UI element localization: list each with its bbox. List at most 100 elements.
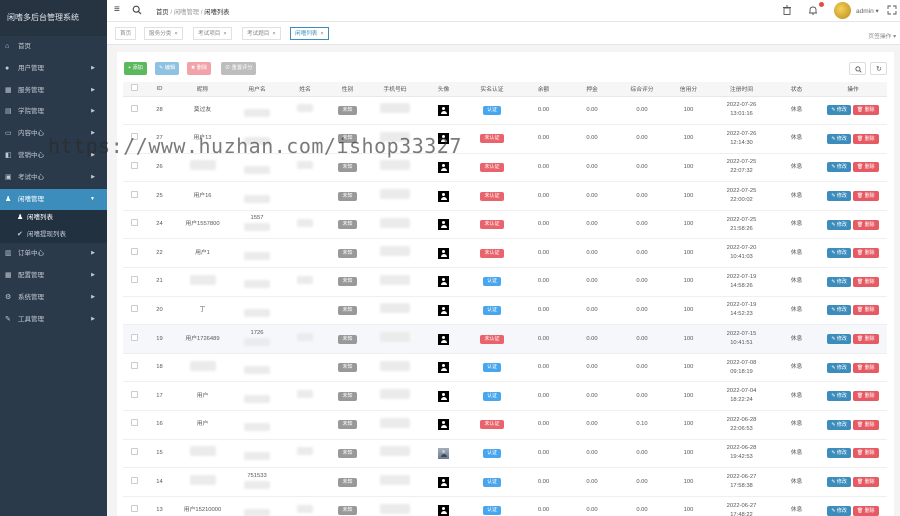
row-delete-button[interactable]: 🗑 删除 — [852, 276, 879, 287]
tab-actions[interactable]: 页签操作 ▾ — [868, 31, 896, 40]
edit-button[interactable]: ✎ 编辑 — [155, 62, 180, 75]
row-checkbox[interactable] — [130, 161, 138, 169]
row-delete-button[interactable]: 🗑 删除 — [852, 191, 879, 202]
row-edit-button[interactable]: ✎ 修改 — [827, 419, 851, 430]
table-row[interactable]: 22 用户1 未知 未认证 0.00 0.00 0.00 100 2022-07-20 10:41… — [123, 238, 887, 269]
refresh-button[interactable]: ↻ — [870, 62, 887, 75]
select-all-checkbox[interactable] — [130, 84, 138, 92]
row-edit-button[interactable]: ✎ 修改 — [827, 219, 851, 230]
row-delete-button[interactable]: 🗑 删除 — [852, 248, 879, 259]
sidebar-item-megaphone[interactable]: ◧ 营销中心 ▶ — [0, 145, 107, 167]
row-checkbox[interactable] — [130, 419, 138, 427]
search-toggle-button[interactable] — [849, 62, 866, 75]
row-checkbox[interactable] — [130, 276, 138, 284]
row-edit-button[interactable]: ✎ 修改 — [827, 391, 851, 402]
row-delete-button[interactable]: 🗑 删除 — [852, 448, 879, 459]
sidebar-item-user[interactable]: ● 用户管理 ▶ — [0, 58, 107, 80]
tab-4[interactable]: 闲嗜列表 × — [290, 27, 329, 40]
row-checkbox[interactable] — [130, 219, 138, 227]
close-icon[interactable]: × — [174, 31, 177, 37]
trash-icon[interactable] — [782, 5, 792, 15]
row-delete-button[interactable]: 🗑 删除 — [852, 477, 879, 488]
row-edit-button[interactable]: ✎ 修改 — [827, 248, 851, 259]
add-button[interactable]: + 添加 — [124, 62, 147, 75]
row-checkbox[interactable] — [130, 247, 138, 255]
sidebar-subitem-1[interactable]: ✔ 闲嗜提现列表 — [0, 226, 107, 244]
tab-0[interactable]: 首页 — [115, 27, 137, 40]
row-edit-button[interactable]: ✎ 修改 — [827, 362, 851, 373]
row-delete-button[interactable]: 🗑 删除 — [852, 305, 879, 316]
table-row[interactable]: 15 未知 认证 0.00 0.00 0.00 100 2022-06-28 19:42:53 休… — [123, 439, 887, 469]
table-row[interactable]: 13 用户15210000 未知 认证 0.00 0.00 0.00 100 2022-06-2… — [123, 496, 887, 516]
row-delete-button[interactable]: 🗑 删除 — [852, 133, 879, 144]
table-row[interactable]: 18 未知 认证 0.00 0.00 0.00 100 2022-07-08 09:18:19 休… — [123, 353, 887, 383]
breadcrumb-home[interactable]: 首页 — [156, 9, 169, 16]
table-row[interactable]: 25 用户16 未知 未认证 0.00 0.00 0.00 100 2022-07-25 22:0… — [123, 181, 887, 211]
row-delete-button[interactable]: 🗑 删除 — [852, 162, 879, 173]
row-edit-button[interactable]: ✎ 修改 — [827, 133, 851, 144]
row-checkbox[interactable] — [130, 476, 138, 484]
sidebar-item-home[interactable]: ⌂ 首页 — [0, 36, 107, 58]
row-checkbox[interactable] — [130, 505, 138, 513]
sidebar-item-person-group[interactable]: ♟ 闲嗜管理 ▼ — [0, 188, 107, 211]
breadcrumb-section[interactable]: 闲嗜管理 — [174, 9, 199, 16]
row-edit-button[interactable]: ✎ 修改 — [827, 448, 851, 459]
row-checkbox[interactable] — [130, 447, 138, 455]
table-row[interactable]: 26 未知 未认证 0.00 0.00 0.00 100 2022-07-25 22:07:32… — [123, 153, 887, 183]
row-delete-button[interactable]: 🗑 删除 — [852, 505, 879, 516]
row-delete-button[interactable]: 🗑 删除 — [852, 219, 879, 230]
row-delete-button[interactable]: 🗑 删除 — [852, 105, 879, 116]
close-icon[interactable]: × — [223, 31, 226, 37]
row-checkbox[interactable] — [130, 333, 138, 341]
sidebar-item-exam[interactable]: ▣ 考试中心 ▶ — [0, 167, 107, 189]
table-row[interactable]: 27 用户13 未知 未认证 0.00 0.00 0.00 100 2022-07-26 12:1… — [123, 124, 887, 154]
row-checkbox[interactable] — [130, 304, 138, 312]
row-checkbox[interactable] — [130, 390, 138, 398]
row-checkbox[interactable] — [130, 362, 138, 370]
sidebar-item-cart[interactable]: ▥ 订单中心 ▶ — [0, 243, 107, 265]
table-row[interactable]: 20 丁未知 认证 0.00 0.00 0.00 100 2022-07-19 14:52:23… — [123, 296, 887, 326]
sidebar-item-doc[interactable]: ▭ 内容中心 ▶ — [0, 123, 107, 145]
row-delete-button[interactable]: 🗑 删除 — [852, 419, 879, 430]
bell-icon[interactable] — [808, 5, 818, 15]
tab-3[interactable]: 考试题目 × — [242, 27, 281, 40]
user-avatar[interactable] — [834, 2, 851, 19]
sidebar-item-tools[interactable]: ✎ 工具管理 ▶ — [0, 309, 107, 331]
sidebar-subitem-0[interactable]: ♟ 闲嗜列表 — [0, 210, 107, 227]
row-checkbox[interactable] — [130, 133, 138, 141]
row-delete-button[interactable]: 🗑 删除 — [852, 391, 879, 402]
expand-icon[interactable] — [887, 5, 897, 15]
table-row[interactable]: 16 用户 未知 未认证 0.00 0.00 0.10 100 2022-06-28 22:06:… — [123, 410, 887, 440]
row-checkbox[interactable] — [130, 104, 138, 112]
search-icon[interactable] — [132, 5, 142, 15]
tab-2[interactable]: 考试项目 × — [193, 27, 232, 40]
reset-rating-button[interactable]: ⊘ 重置评分 — [221, 62, 257, 75]
row-edit-button[interactable]: ✎ 修改 — [827, 191, 851, 202]
user-menu[interactable]: admin ▾ — [856, 7, 879, 15]
delete-button[interactable]: ✖ 删除 — [187, 62, 212, 75]
close-icon[interactable]: × — [272, 31, 275, 37]
row-edit-button[interactable]: ✎ 修改 — [827, 334, 851, 345]
row-delete-button[interactable]: 🗑 删除 — [852, 362, 879, 373]
tab-1[interactable]: 服务分类 × — [144, 27, 183, 40]
table-row[interactable]: 19 用户1726489 1726 未知 未认证 0.00 0.00 0.00 100 2022-… — [123, 324, 887, 354]
close-icon[interactable]: × — [320, 31, 323, 37]
row-edit-button[interactable]: ✎ 修改 — [827, 105, 851, 116]
row-edit-button[interactable]: ✎ 修改 — [827, 276, 851, 287]
row-edit-button[interactable]: ✎ 修改 — [827, 477, 851, 488]
sidebar-item-grid[interactable]: ▦ 服务管理 ▶ — [0, 80, 107, 102]
table-row[interactable]: 17 用户 未知 认证 0.00 0.00 0.00 100 2022-07-04 18:22:2… — [123, 381, 887, 412]
row-edit-button[interactable]: ✎ 修改 — [827, 505, 851, 516]
sidebar-item-config[interactable]: ▦ 配置管理 ▶ — [0, 265, 107, 287]
table-row[interactable]: 28 莫过友 未知 认证 0.00 0.00 0.00 100 2022-07-26 13:01:… — [123, 96, 887, 126]
row-edit-button[interactable]: ✎ 修改 — [827, 305, 851, 316]
row-edit-button[interactable]: ✎ 修改 — [827, 162, 851, 173]
table-row[interactable]: 24 用户1557800 1557 未知 未认证 0.00 0.00 0.00 100 2022-… — [123, 210, 887, 240]
row-delete-button[interactable]: 🗑 删除 — [852, 334, 879, 345]
sidebar-item-gear[interactable]: ⚙ 系统管理 ▶ — [0, 287, 107, 309]
sidebar-item-book[interactable]: ▤ 学院管理 ▶ — [0, 101, 107, 123]
menu-toggle-icon[interactable]: ≡ — [114, 4, 120, 15]
row-checkbox[interactable] — [130, 190, 138, 198]
table-row[interactable]: 21 未知 认证 0.00 0.00 0.00 100 2022-07-19 14:58:26 休… — [123, 267, 887, 297]
table-row[interactable]: 14 751533 未知 认证 0.00 0.00 0.00 100 2022-06-27 17:… — [123, 467, 887, 497]
